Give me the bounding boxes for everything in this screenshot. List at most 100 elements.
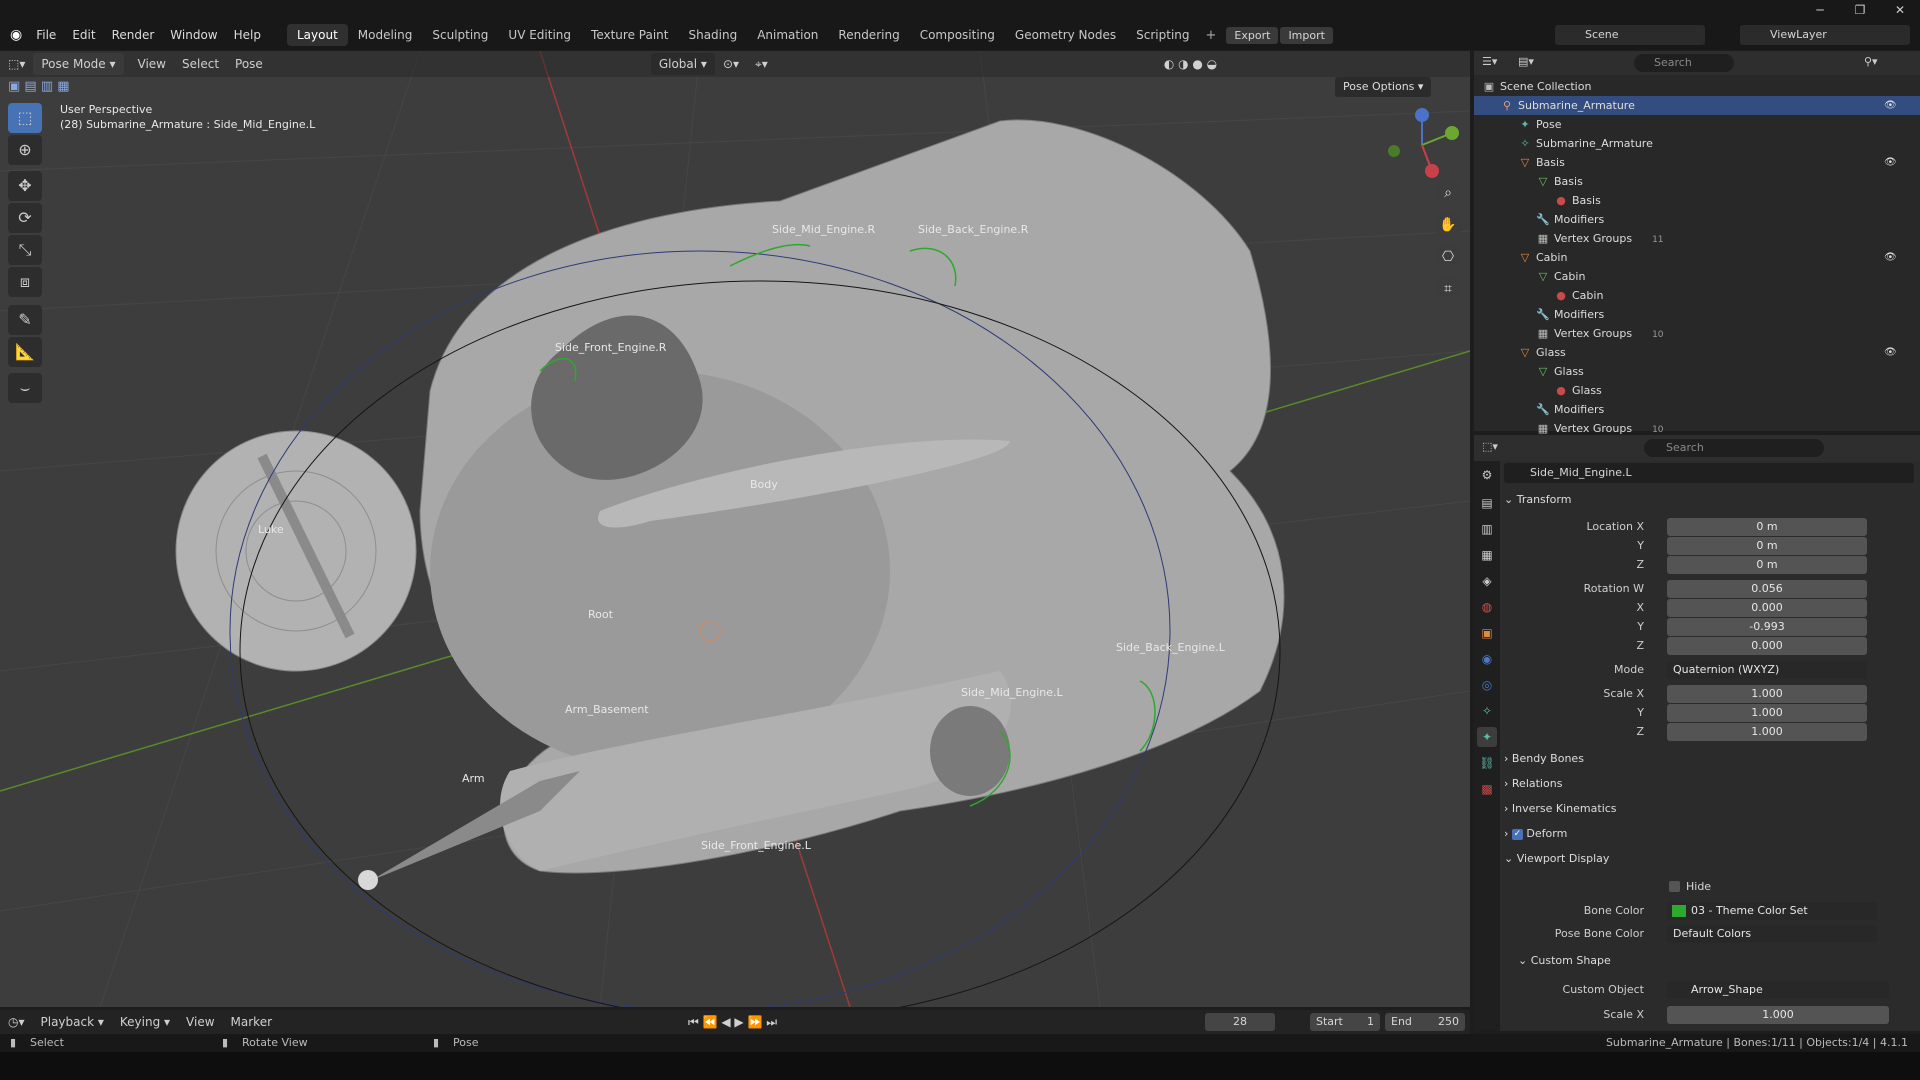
restore-icon[interactable]: ❐ bbox=[1840, 0, 1880, 20]
menu-help[interactable]: Help bbox=[226, 20, 269, 50]
menu-select[interactable]: Select bbox=[174, 53, 227, 75]
end-frame-field[interactable]: End 250 bbox=[1385, 1013, 1465, 1031]
outliner-row[interactable]: ▽ Cabin bbox=[1474, 267, 1920, 286]
custom-object-field[interactable]: Arrow_Shape bbox=[1667, 981, 1889, 999]
pose-options-dropdown[interactable]: Pose Options ▾ bbox=[1335, 77, 1432, 97]
shading-icons[interactable]: ◐ ◑ ● ◒ bbox=[1156, 53, 1225, 75]
close-icon[interactable]: ✕ bbox=[1880, 0, 1920, 20]
navigation-gizmo[interactable] bbox=[1380, 103, 1464, 187]
inverse-kinematics-section[interactable]: › Inverse Kinematics bbox=[1504, 798, 1914, 820]
outliner-row[interactable]: 🔧 Modifiers bbox=[1474, 400, 1920, 419]
workspace-tab-rendering[interactable]: Rendering bbox=[828, 24, 909, 46]
output-tab-icon[interactable]: ▥ bbox=[1477, 519, 1497, 539]
viewlayer-selector[interactable]: ViewLayer bbox=[1740, 25, 1910, 45]
deform-checkbox[interactable]: ✓ bbox=[1511, 828, 1523, 840]
object-tab-icon[interactable]: ▣ bbox=[1477, 623, 1497, 643]
workspace-tab-animation[interactable]: Animation bbox=[747, 24, 828, 46]
move-tool-icon[interactable]: ✥ bbox=[8, 171, 42, 201]
bone-tab-icon[interactable]: ✦ bbox=[1477, 727, 1497, 747]
outliner-row[interactable]: ▽ Glass 👁 bbox=[1474, 343, 1920, 362]
outliner-row[interactable]: ▽ Basis 👁 bbox=[1474, 153, 1920, 172]
bone-label-side-front-engine-l[interactable]: Side_Front_Engine.L bbox=[701, 839, 811, 852]
view-layer-tab-icon[interactable]: ▦ bbox=[1477, 545, 1497, 565]
outliner-row[interactable]: ▦ Vertex Groups 10 bbox=[1474, 324, 1920, 343]
workspace-tab-texture-paint[interactable]: Texture Paint bbox=[581, 24, 678, 46]
export-button[interactable]: Export bbox=[1226, 26, 1279, 44]
marker-menu[interactable]: Marker bbox=[223, 1011, 280, 1033]
viewport-display-section[interactable]: ⌄ Viewport Display bbox=[1504, 848, 1914, 870]
zoom-icon[interactable]: ⌕ bbox=[1434, 179, 1462, 207]
bone-label-side-mid-engine-l[interactable]: Side_Mid_Engine.L bbox=[961, 686, 1063, 699]
bone-label-side-back-engine-l[interactable]: Side_Back_Engine.L bbox=[1116, 641, 1225, 654]
hide-checkbox[interactable] bbox=[1669, 881, 1680, 892]
filter-icon[interactable]: ⚲▾ bbox=[1864, 55, 1878, 68]
outliner-row[interactable]: ⚲ Submarine_Armature 👁 bbox=[1474, 96, 1920, 115]
render-tab-icon[interactable]: ▤ bbox=[1477, 493, 1497, 513]
texture-tab-icon[interactable]: ▩ bbox=[1477, 779, 1497, 799]
mode-dropdown[interactable]: Pose Mode ▾ bbox=[33, 53, 124, 75]
menu-file[interactable]: File bbox=[28, 20, 64, 50]
rotation-mode-dropdown[interactable]: Quaternion (WXYZ) bbox=[1667, 661, 1867, 679]
visibility-eye-icon[interactable]: 👁 bbox=[1884, 343, 1897, 362]
outliner-row[interactable]: ▣ Scene Collection bbox=[1474, 77, 1920, 96]
workspace-tab-scripting[interactable]: Scripting bbox=[1126, 24, 1199, 46]
3d-viewport[interactable]: ⬚▾ Pose Mode ▾ View Select Pose Global ▾… bbox=[0, 51, 1470, 1007]
custom-scale-x-field[interactable]: 1.000 bbox=[1667, 1006, 1889, 1024]
workspace-tab-geometry-nodes[interactable]: Geometry Nodes bbox=[1005, 24, 1126, 46]
menu-edit[interactable]: Edit bbox=[64, 20, 103, 50]
blender-logo-icon[interactable]: ◉ bbox=[0, 27, 28, 43]
luke-hatch[interactable] bbox=[175, 430, 417, 672]
transform-section-header[interactable]: ⌄ Transform bbox=[1504, 489, 1914, 511]
outliner-row[interactable]: ▽ Glass bbox=[1474, 362, 1920, 381]
visibility-eye-icon[interactable]: 👁 bbox=[1884, 96, 1897, 115]
workspace-tab-compositing[interactable]: Compositing bbox=[910, 24, 1005, 46]
outliner-row[interactable]: ✧ Submarine_Armature bbox=[1474, 134, 1920, 153]
outliner-row[interactable]: ▦ Vertex Groups 11 bbox=[1474, 229, 1920, 248]
bone-label-side-front-engine-r[interactable]: Side_Front_Engine.R bbox=[555, 341, 666, 354]
submarine-mesh[interactable] bbox=[175, 119, 1285, 881]
outliner-row[interactable]: 🔧 Modifiers bbox=[1474, 210, 1920, 229]
select-mode-icons[interactable]: ▣ ▤ ▥ ▦ bbox=[8, 79, 70, 94]
start-frame-field[interactable]: Start 1 bbox=[1310, 1013, 1380, 1031]
menu-view[interactable]: View bbox=[130, 53, 174, 75]
bone-label-root[interactable]: Root bbox=[588, 608, 613, 621]
minimize-icon[interactable]: ─ bbox=[1800, 0, 1840, 20]
location-y-field[interactable]: 0 m bbox=[1667, 537, 1867, 555]
outliner-row[interactable]: 🔧 Modifiers bbox=[1474, 305, 1920, 324]
menu-window[interactable]: Window bbox=[162, 20, 225, 50]
snap-icon[interactable]: ⌖▾ bbox=[747, 53, 776, 75]
location-z-field[interactable]: 0 m bbox=[1667, 556, 1867, 574]
display-mode-icon[interactable]: ▤▾ bbox=[1518, 55, 1534, 68]
tool-tab-icon[interactable]: ⚙ bbox=[1477, 465, 1497, 485]
pose-breakdown-tool-icon[interactable]: ⌣ bbox=[8, 373, 42, 403]
scene-tab-icon[interactable]: ◈ bbox=[1477, 571, 1497, 591]
visibility-eye-icon[interactable]: 👁 bbox=[1884, 153, 1897, 172]
playback-controls[interactable]: ⏮ ⏪ ◀ ▶ ⏩ ⏭ bbox=[680, 1011, 785, 1033]
rotation-z-field[interactable]: 0.000 bbox=[1667, 637, 1867, 655]
bone-name-field[interactable]: Side_Mid_Engine.L bbox=[1504, 463, 1914, 483]
menu-render[interactable]: Render bbox=[104, 20, 163, 50]
keying-menu[interactable]: Keying ▾ bbox=[112, 1011, 178, 1033]
workspace-tab-modeling[interactable]: Modeling bbox=[348, 24, 423, 46]
bone-label-body[interactable]: Body bbox=[750, 478, 778, 491]
pivot-icon[interactable]: ⊙▾ bbox=[715, 53, 747, 75]
physics-tab-icon[interactable]: ◎ bbox=[1477, 675, 1497, 695]
pan-hand-icon[interactable]: ✋ bbox=[1434, 211, 1462, 239]
workspace-tab-layout[interactable]: Layout bbox=[286, 24, 348, 46]
modifier-tab-icon[interactable]: ◉ bbox=[1477, 649, 1497, 669]
transform-tool-icon[interactable]: ⧈ bbox=[8, 267, 42, 297]
outliner-type-icon[interactable]: ☰▾ bbox=[1482, 55, 1497, 68]
visibility-eye-icon[interactable]: 👁 bbox=[1884, 248, 1897, 267]
scale-x-field[interactable]: 1.000 bbox=[1667, 685, 1867, 703]
bone-label-side-mid-engine-r[interactable]: Side_Mid_Engine.R bbox=[772, 223, 875, 236]
properties-type-icon[interactable]: ⬚▾ bbox=[1482, 440, 1498, 453]
custom-shape-section[interactable]: ⌄ Custom Shape bbox=[1518, 950, 1920, 972]
pose-bone-color-dropdown[interactable]: Default Colors bbox=[1667, 925, 1877, 943]
workspace-tab-sculpting[interactable]: Sculpting bbox=[422, 24, 498, 46]
outliner-row[interactable]: ● Cabin bbox=[1474, 286, 1920, 305]
editor-type-icon[interactable]: ⬚▾ bbox=[0, 53, 33, 75]
deform-section[interactable]: › ✓ Deform bbox=[1504, 823, 1914, 845]
bone-label-arm[interactable]: Arm bbox=[462, 772, 485, 785]
workspace-tab-shading[interactable]: Shading bbox=[678, 24, 747, 46]
measure-tool-icon[interactable]: 📐 bbox=[8, 337, 42, 367]
